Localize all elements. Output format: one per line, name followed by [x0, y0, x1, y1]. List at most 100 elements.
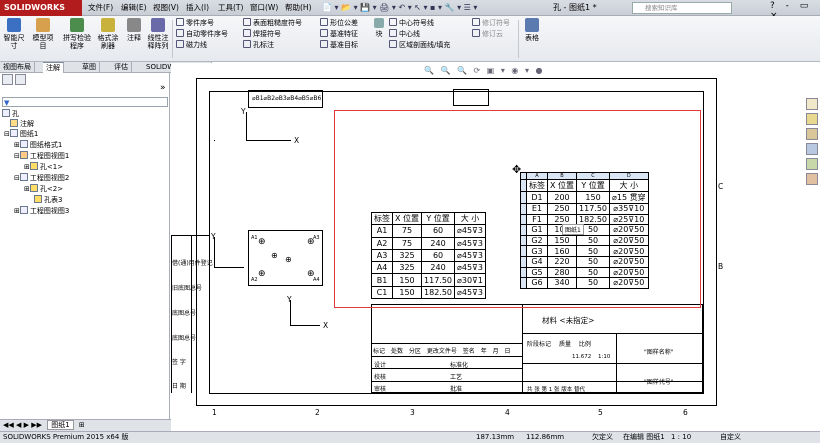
- tree-item-drawing-view-1[interactable]: ⊟ 工程图视图1: [14, 151, 69, 161]
- status-scale[interactable]: 1 : 10: [671, 432, 691, 443]
- ribbon-group-1: 零件序号 自动零件序号 磁力线: [176, 18, 228, 51]
- sheet-nav-icons[interactable]: ◀◀ ◀ ▶ ▶▶: [0, 421, 42, 429]
- appearances-icon[interactable]: [806, 158, 818, 170]
- weld-symbol-button[interactable]: 焊接符号: [243, 29, 302, 40]
- tab-annotation[interactable]: 注解: [43, 62, 64, 73]
- search-input[interactable]: 搜索知识库: [632, 2, 732, 14]
- revision-symbol-button[interactable]: 修订符号: [472, 18, 510, 29]
- side-label: 日 期: [172, 383, 186, 390]
- drawing-name: "图样名称": [644, 349, 674, 356]
- hole-tag: A1: [251, 235, 258, 241]
- ribbon-group-3: 形位公差 基准特征 基准目标: [320, 18, 358, 51]
- design-library-icon[interactable]: [806, 113, 818, 125]
- revision-cloud-button[interactable]: 修订云: [472, 29, 510, 40]
- heads-up-view-toolbar[interactable]: 🔍 🔍 🔍 ⟳ ▣ ▾ ◉ ▾ ●: [424, 66, 544, 75]
- status-editing: 在编辑 图纸1: [623, 433, 665, 441]
- smart-dimension-button[interactable]: 智能尺寸: [2, 18, 26, 50]
- drawing-code: "图样代号": [644, 379, 674, 386]
- solidworks-logo[interactable]: SOLIDWORKS: [0, 0, 82, 16]
- border-number: 4: [505, 408, 510, 417]
- datum-target-button[interactable]: 基准目标: [320, 40, 358, 51]
- command-manager-ribbon: 智能尺寸 模型项目 拼写检验程序 格式涂刷器 注释 线性注释阵列 零件序号 自动…: [0, 16, 820, 62]
- add-sheet-icon[interactable]: ⊞: [79, 421, 85, 429]
- smart-dimension-icon: [7, 18, 21, 32]
- tree-item-drawing-view-3[interactable]: ⊞ 工程图视图3: [14, 206, 69, 216]
- area-hatch-icon: [389, 40, 397, 48]
- tree-item-part-ref-1[interactable]: ⊞ 孔<1>: [24, 162, 63, 172]
- menu-tools[interactable]: 工具(T): [218, 2, 243, 14]
- model-items-button[interactable]: 模型项目: [30, 18, 56, 50]
- title-block[interactable]: 材料 <未指定> 标记 处数 分区 更改文件号 签名 年 月 日 阶段标记 质量…: [371, 304, 703, 394]
- view-palette-icon[interactable]: [806, 143, 818, 155]
- property-manager-icon[interactable]: [15, 74, 26, 85]
- sheet-tab[interactable]: 图纸1: [47, 420, 74, 430]
- y-axis-line: [246, 112, 247, 140]
- feature-tree-icon[interactable]: [2, 74, 13, 85]
- drawing-view-2[interactable]: ⊕ ⊕ ⊕ ⊕ ⊕ ⊕ A1 A3 A2 A4: [248, 230, 323, 286]
- area-hatch-button[interactable]: 区域剖面线/填充: [389, 40, 450, 51]
- role-label: 设计: [374, 362, 387, 369]
- ribbon-separator: [172, 20, 173, 58]
- hole-callout-button[interactable]: 孔标注: [243, 40, 302, 51]
- format-painter-button[interactable]: 格式涂刷器: [95, 18, 121, 50]
- balloon-button[interactable]: 零件序号: [176, 18, 228, 29]
- surface-finish-icon: [243, 18, 251, 26]
- hole-mark: ⊕: [258, 269, 266, 279]
- tab-sketch[interactable]: 草图: [79, 62, 100, 73]
- sheet-tabs-bar: ◀◀ ◀ ▶ ▶▶ 图纸1 ⊞: [0, 419, 171, 431]
- custom-properties-icon[interactable]: [806, 173, 818, 185]
- auto-balloon-button[interactable]: 自动零件序号: [176, 29, 228, 40]
- table-button[interactable]: 表格: [522, 18, 542, 42]
- hole-callout-icon: [243, 40, 251, 48]
- datum-feature-button[interactable]: 基准特征: [320, 29, 358, 40]
- expand-panel-icon[interactable]: »: [160, 83, 166, 93]
- resources-icon[interactable]: [806, 98, 818, 110]
- block-button[interactable]: 块: [372, 18, 386, 38]
- tree-item-annotations[interactable]: 注解: [10, 119, 34, 129]
- status-custom[interactable]: 自定义: [720, 432, 741, 443]
- spell-check-button[interactable]: 拼写检验程序: [62, 18, 92, 50]
- menu-window[interactable]: 窗口(W): [250, 2, 278, 14]
- menu-help[interactable]: 帮助(H): [285, 2, 312, 14]
- drawing-view-1[interactable]: ⌀B1⌀B2⌀B3⌀B4⌀B5⌀B6: [248, 90, 323, 108]
- geometric-tolerance-button[interactable]: 形位公差: [320, 18, 358, 29]
- x-axis-line: [214, 267, 244, 268]
- tab-view-layout[interactable]: 视图布局: [0, 62, 35, 73]
- tree-filter-input[interactable]: ▼: [2, 97, 168, 107]
- linear-note-pattern-button[interactable]: 线性注释阵列: [146, 18, 170, 50]
- title-bar: SOLIDWORKS 文件(F) 编辑(E) 视图(V) 插入(I) 工具(T)…: [0, 0, 820, 21]
- menu-edit[interactable]: 编辑(E): [121, 2, 147, 14]
- auto-balloon-icon: [176, 29, 184, 37]
- tab-evaluate[interactable]: 评估: [111, 62, 132, 73]
- tree-item-sheet[interactable]: ⊟ 图纸1: [4, 129, 38, 139]
- tree-item-part-ref-2[interactable]: ⊞ 孔<2>: [24, 184, 63, 194]
- side-label: 旧底图总号: [172, 285, 203, 292]
- menu-view[interactable]: 视图(V): [153, 2, 179, 14]
- surface-finish-button[interactable]: 表面粗糙度符号: [243, 18, 302, 29]
- centerline-button[interactable]: 中心线: [389, 29, 450, 40]
- tree-item-hole-table[interactable]: 孔表3: [34, 195, 62, 205]
- weld-symbol-icon: [243, 29, 251, 37]
- block-icon: [374, 18, 384, 28]
- magnetic-line-button[interactable]: 磁力线: [176, 40, 228, 51]
- quick-access-icons[interactable]: 📄 ▾ 📂 ▾ 💾 ▾ 🖨 ▾ ↶ ▾ ↖ ▾ ▪ ▾ 🔧 ▾ ☰ ▾: [322, 3, 477, 12]
- side-label: 底图总号: [172, 335, 197, 342]
- drawing-view-3[interactable]: [453, 89, 489, 106]
- selection-rectangle: [334, 110, 701, 308]
- file-explorer-icon[interactable]: [806, 128, 818, 140]
- tree-item-drawing-view-2[interactable]: ⊟ 工程图视图2: [14, 173, 69, 183]
- role-label: 审核: [374, 386, 387, 393]
- x-axis-line: [290, 325, 320, 326]
- tree-item-part[interactable]: 孔: [2, 109, 19, 119]
- hole-mark: ⊕: [258, 237, 266, 247]
- sheet-icon: [9, 129, 18, 137]
- tree-item-sheet-format[interactable]: ⊞ 图纸格式1: [14, 140, 62, 150]
- hole-tag: A3: [313, 235, 320, 241]
- border-number: 1: [212, 408, 217, 417]
- hole-labels: ⌀B1⌀B2⌀B3⌀B4⌀B5⌀B6: [252, 95, 322, 102]
- menu-file[interactable]: 文件(F): [88, 2, 113, 14]
- menu-insert[interactable]: 插入(I): [186, 2, 209, 14]
- center-mark-button[interactable]: 中心符号线: [389, 18, 450, 29]
- ribbon-separator: [518, 20, 519, 58]
- note-button[interactable]: 注释: [124, 18, 144, 42]
